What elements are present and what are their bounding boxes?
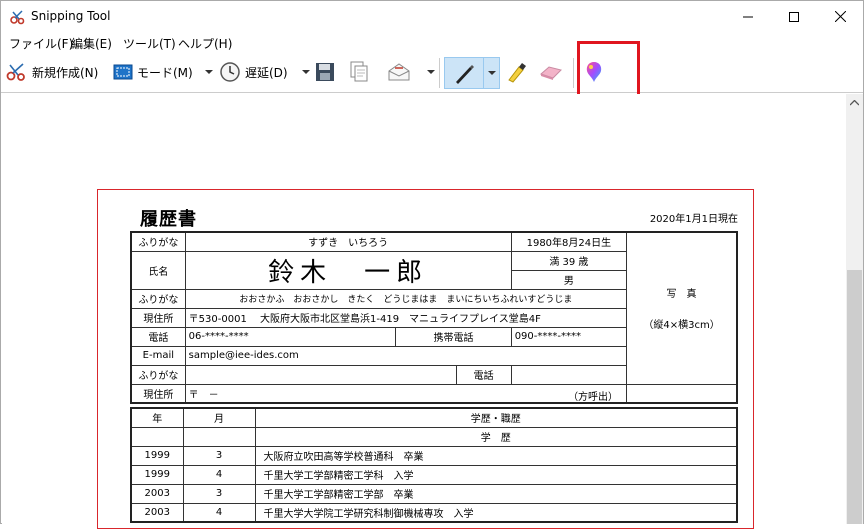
toolbar-separator bbox=[573, 58, 574, 88]
table-row: 2003 4 千里大学大学院工学研究科制御機械専攻 入学 bbox=[130, 502, 738, 523]
minimize-button[interactable] bbox=[725, 1, 771, 32]
maximize-button[interactable] bbox=[771, 1, 817, 32]
row-month: 3 bbox=[182, 483, 256, 504]
menu-edit[interactable]: 編集(E) bbox=[71, 35, 112, 52]
title-bar: Snipping Tool bbox=[1, 1, 863, 32]
chevron-up-icon bbox=[850, 99, 859, 105]
save-icon bbox=[316, 63, 334, 81]
mode-dropdown-icon[interactable] bbox=[204, 70, 213, 74]
eraser-button[interactable] bbox=[539, 58, 563, 86]
send-dropdown-icon[interactable] bbox=[427, 70, 435, 74]
resume-title: 履歴書 bbox=[140, 209, 197, 230]
row-text: 千里大学工学部精密工学科 入学 bbox=[254, 464, 738, 485]
age: 満 39 歳 bbox=[510, 250, 628, 271]
row-month: 4 bbox=[182, 464, 256, 485]
furigana-label: ふりがな bbox=[130, 231, 186, 252]
toolbar: 新規作成(N) モード(M) 遅延(D) bbox=[1, 52, 863, 93]
row-text: 大阪府立吹田高等学校普通科 卒業 bbox=[254, 445, 738, 466]
window-title: Snipping Tool bbox=[31, 9, 111, 23]
phone: 06-****-**** bbox=[184, 326, 397, 347]
mode-button[interactable]: モード(M) bbox=[113, 58, 213, 86]
personal-info-table: ふりがな すずき いちろう 1980年8月24日生 写 真 （縦4×横3cm） … bbox=[130, 231, 738, 404]
rectangle-mode-icon bbox=[113, 64, 133, 80]
menu-file[interactable]: ファイル(F) bbox=[9, 35, 73, 52]
copy-icon bbox=[350, 61, 368, 82]
envelope-icon bbox=[388, 63, 410, 81]
mobile-label: 携帯電話 bbox=[395, 326, 512, 347]
scroll-thumb[interactable] bbox=[847, 270, 862, 524]
row-text: 千里大学大学院工学研究科制御機械専攻 入学 bbox=[254, 502, 738, 523]
row-year: 1999 bbox=[130, 464, 184, 485]
snipping-tool-window: Snipping Tool ファイル(F) 編集(E) ツール(T) ヘルプ(H… bbox=[0, 0, 864, 529]
maximize-icon bbox=[789, 11, 799, 22]
mobile: 090-****-**** bbox=[510, 326, 628, 347]
year-header: 年 bbox=[130, 407, 184, 428]
captured-snip: 履歴書 2020年1月1日現在 ふりがな すずき いちろう 1980年8月24日… bbox=[97, 189, 754, 529]
full-name: 鈴木 一郎 bbox=[184, 250, 512, 290]
gender: 男 bbox=[510, 269, 628, 290]
education-subheader: 学 歴 bbox=[254, 426, 738, 447]
close-icon bbox=[834, 11, 846, 22]
address: 〒530-0001 大阪府大阪市北区堂島浜1-419 マニュライフプレイス堂島4… bbox=[184, 307, 628, 328]
name-label: 氏名 bbox=[130, 250, 186, 290]
photo-size: （縦4×横3cm） bbox=[643, 320, 720, 332]
menu-tools[interactable]: ツール(T) bbox=[123, 35, 176, 52]
contact-phone-label: 電話 bbox=[455, 364, 512, 385]
table-row: 1999 4 千里大学工学部精密工学科 入学 bbox=[130, 464, 738, 485]
name-furigana: すずき いちろう bbox=[184, 231, 512, 252]
contact-address-label: 現住所 bbox=[130, 383, 186, 404]
row-year: 2003 bbox=[130, 483, 184, 504]
table-row: 2003 3 千里大学工学部精密工学部 卒業 bbox=[130, 483, 738, 504]
scissors-icon bbox=[6, 63, 25, 81]
highlighter-icon bbox=[508, 63, 526, 83]
close-button[interactable] bbox=[817, 1, 863, 32]
row-month: 4 bbox=[182, 502, 256, 523]
delay-button[interactable]: 遅延(D) bbox=[219, 58, 310, 86]
minimize-icon bbox=[743, 16, 753, 17]
pen-icon bbox=[456, 65, 474, 84]
email-label: E-mail bbox=[130, 345, 186, 366]
scissors-icon bbox=[10, 10, 25, 25]
pen-button[interactable] bbox=[444, 57, 500, 89]
clock-icon bbox=[220, 62, 240, 82]
new-snip-button[interactable]: 新規作成(N) bbox=[6, 58, 98, 86]
delay-label: 遅延(D) bbox=[245, 65, 288, 80]
furigana-label: ふりがな bbox=[130, 288, 186, 309]
table-row: 1999 3 大阪府立吹田高等学校普通科 卒業 bbox=[130, 445, 738, 466]
delay-dropdown-icon[interactable] bbox=[301, 70, 310, 74]
row-year: 1999 bbox=[130, 445, 184, 466]
save-button[interactable] bbox=[315, 58, 335, 86]
menu-help[interactable]: ヘルプ(H) bbox=[178, 35, 232, 52]
eraser-icon bbox=[540, 66, 562, 80]
history-table: 年 月 学歴・職歴 学 歴 1999 3 大阪府立吹田高等学校普通科 卒業 19… bbox=[130, 407, 738, 523]
contact-note: （方呼出） bbox=[568, 391, 619, 403]
toolbar-separator bbox=[439, 58, 440, 88]
pen-dropdown-icon[interactable] bbox=[488, 71, 496, 75]
birth-date: 1980年8月24日生 bbox=[510, 231, 628, 252]
red-highlight-annotation bbox=[577, 41, 640, 102]
mode-label: モード(M) bbox=[137, 65, 193, 80]
row-text: 千里大学工学部精密工学部 卒業 bbox=[254, 483, 738, 504]
address-furigana: おおさかふ おおさかし きたく どうじまはま まいにちいちふれいすどうじま bbox=[184, 288, 628, 309]
row-month: 3 bbox=[182, 445, 256, 466]
resume-date: 2020年1月1日現在 bbox=[649, 214, 738, 225]
send-snip-button[interactable] bbox=[387, 58, 435, 86]
new-snip-label: 新規作成(N) bbox=[32, 65, 99, 80]
email: sample@iee-ides.com bbox=[184, 345, 628, 366]
contact-address: 〒 － bbox=[188, 389, 219, 401]
vertical-scrollbar[interactable] bbox=[846, 94, 863, 524]
phone-label: 電話 bbox=[130, 326, 186, 347]
row-year: 2003 bbox=[130, 502, 184, 523]
photo-area: 写 真 （縦4×横3cm） bbox=[626, 231, 738, 385]
address-label: 現住所 bbox=[130, 307, 186, 328]
photo-label: 写 真 bbox=[666, 289, 697, 301]
month-header: 月 bbox=[182, 407, 256, 428]
menu-bar: ファイル(F) 編集(E) ツール(T) ヘルプ(H) bbox=[1, 32, 863, 52]
copy-button[interactable] bbox=[349, 58, 369, 86]
contact-furigana-label: ふりがな bbox=[130, 364, 186, 385]
history-header: 学歴・職歴 bbox=[254, 407, 738, 428]
scroll-up-button[interactable] bbox=[846, 94, 863, 111]
highlighter-button[interactable] bbox=[505, 58, 527, 86]
